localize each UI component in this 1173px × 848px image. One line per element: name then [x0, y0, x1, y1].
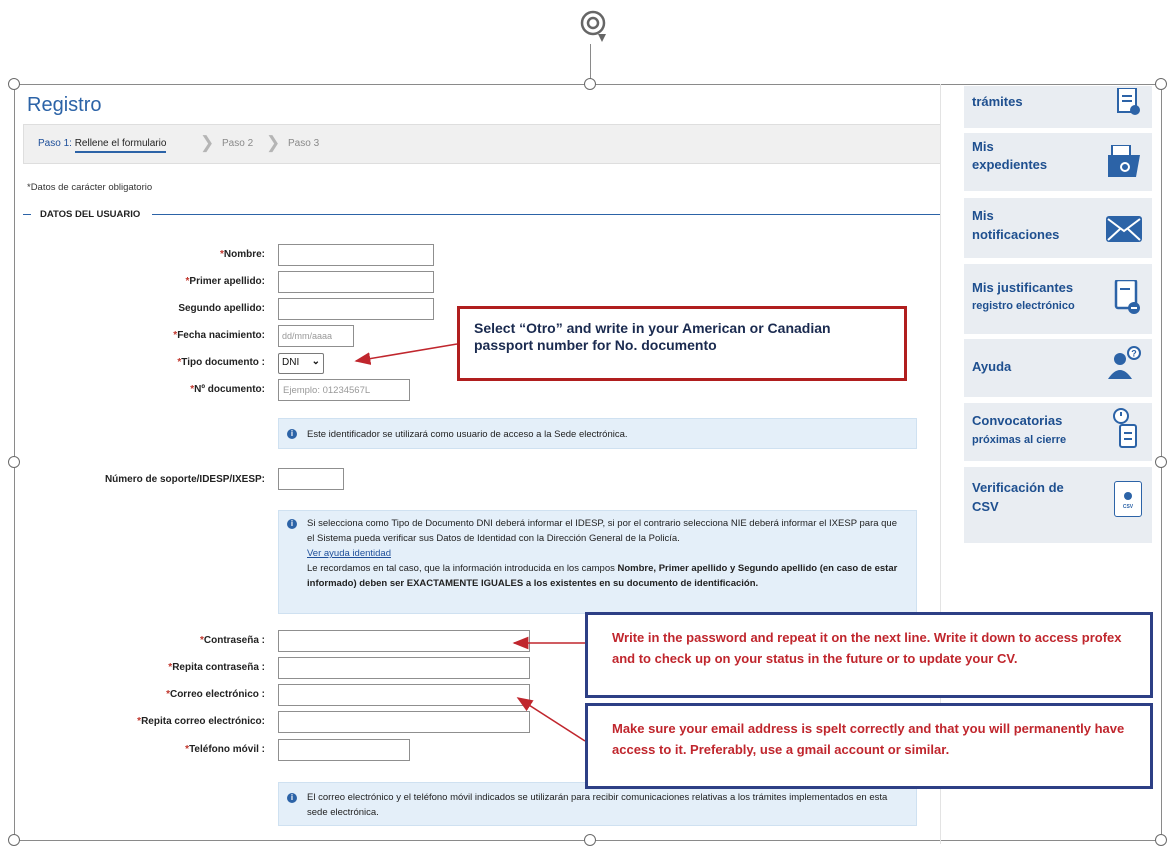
annotation-tipo-documento: Select “Otro” and write in your American…	[457, 306, 907, 381]
arrow-to-tipo-documento	[354, 343, 458, 365]
annotation-text: passport number for No. documento	[474, 337, 717, 353]
annotation-password: Write in the password and repeat it on t…	[585, 612, 1153, 698]
annotation-text: Make sure your email address is spelt co…	[612, 721, 1125, 757]
annotation-email: Make sure your email address is spelt co…	[585, 703, 1153, 789]
annotation-text: Write in the password and repeat it on t…	[612, 630, 1122, 666]
annotation-text: Select “Otro” and write in your American…	[474, 320, 831, 336]
arrow-to-correo	[516, 697, 586, 742]
